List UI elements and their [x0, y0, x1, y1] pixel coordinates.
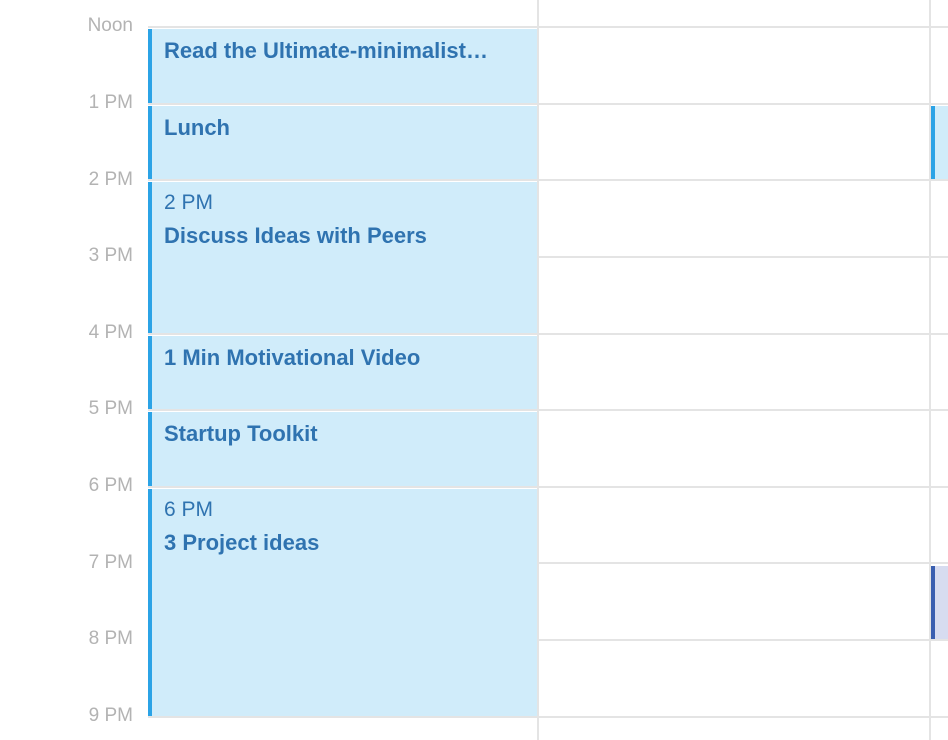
event-title: Lunch [164, 115, 230, 140]
time-label-6pm: 6 PM [88, 475, 133, 496]
calendar-event-partial[interactable] [931, 106, 948, 179]
event-title: Discuss Ideas with Peers [164, 223, 427, 248]
event-time: 6 PM [164, 498, 214, 521]
time-label-2pm: 2 PM [88, 169, 133, 190]
hour-gridline [148, 716, 948, 718]
event-time: 2 PM [164, 191, 214, 214]
event-title: Startup Toolkit [164, 421, 318, 446]
time-label-3pm: 3 PM [88, 245, 133, 266]
time-label-1pm: 1 PM [88, 92, 133, 113]
hour-gridline [148, 333, 948, 335]
time-label-5pm: 5 PM [88, 398, 133, 419]
event-title: Read the Ultimate-minimalist… [164, 38, 488, 63]
hour-gridline [148, 179, 948, 181]
hour-gridline [148, 486, 948, 488]
hour-gridline [148, 103, 948, 105]
event-title: 3 Project ideas [164, 530, 320, 555]
calendar-event-discuss-ideas[interactable]: 2 PM Discuss Ideas with Peers [148, 182, 537, 333]
event-title: 1 Min Motivational Video [164, 345, 421, 370]
time-label-noon: Noon [87, 15, 133, 36]
calendar-event-motivational-video[interactable]: 1 Min Motivational Video [148, 336, 537, 409]
calendar-event-project-ideas[interactable]: 6 PM 3 Project ideas [148, 489, 537, 716]
calendar-event-reading[interactable]: Read the Ultimate-minimalist… [148, 29, 537, 103]
calendar-event-partial[interactable] [931, 566, 948, 639]
calendar-event-startup-toolkit[interactable]: Startup Toolkit [148, 412, 537, 486]
time-label-8pm: 8 PM [88, 628, 133, 649]
hour-gridline [148, 409, 948, 411]
hour-gridline [148, 26, 948, 28]
calendar-event-lunch[interactable]: Lunch [148, 106, 537, 179]
time-label-7pm: 7 PM [88, 552, 133, 573]
time-label-4pm: 4 PM [88, 322, 133, 343]
day-column-divider [537, 0, 539, 740]
time-label-9pm: 9 PM [88, 705, 133, 726]
